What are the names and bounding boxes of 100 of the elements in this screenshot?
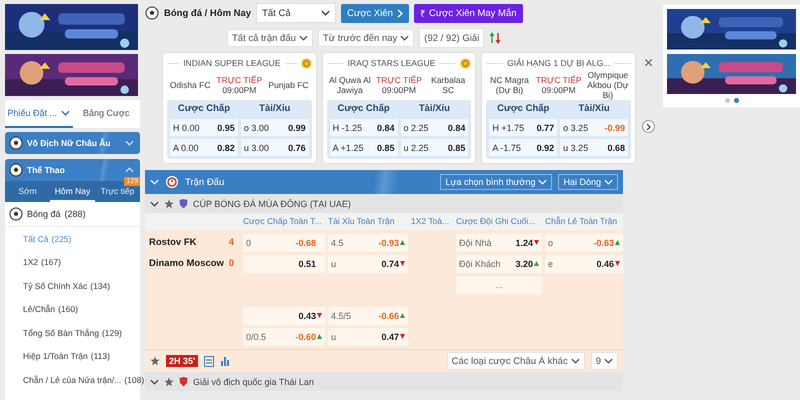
odds-button[interactable]: o -0.63	[545, 234, 623, 252]
stopwatch-icon	[165, 175, 179, 189]
caret-down-icon	[298, 35, 308, 41]
odds-header: Cược Chấp	[336, 103, 391, 116]
star-icon[interactable]	[164, 198, 174, 208]
period-tab[interactable]: Sớm	[5, 181, 50, 202]
soccer-ball-icon	[145, 6, 159, 20]
odds-button[interactable]: H -1.25 0.84	[330, 119, 398, 136]
soccer-ball-icon	[9, 207, 23, 221]
live-status: TRỰC TIẾP	[536, 75, 582, 85]
section-title: Thể Thao	[27, 165, 66, 175]
live-status: TRỰC TIẾP	[376, 75, 422, 85]
shield-icon	[179, 198, 188, 208]
count-dropdown[interactable]: 9	[590, 352, 618, 370]
carousel-dot[interactable]	[724, 98, 730, 103]
team-score: 4	[228, 237, 234, 248]
market-item[interactable]: Tỷ Số Chính Xác (134)	[5, 274, 140, 298]
league-row[interactable]: Giải vô địch quốc gia Thái Lan	[145, 372, 623, 391]
caret-down-icon	[321, 10, 330, 16]
team-name: NC Magra (Dự Bị)	[489, 75, 530, 95]
odds-button[interactable]: Đội Khách 3.20	[456, 254, 542, 272]
shield-icon	[179, 376, 188, 386]
market-item[interactable]: Tổng Số Bàn Thắng (129)	[5, 321, 140, 344]
section-title: Vô Địch Nữ Châu Âu	[27, 138, 112, 148]
caret-up-icon	[125, 167, 134, 173]
team-score: 0	[228, 258, 234, 269]
odds-button[interactable]: u 0.47	[328, 328, 408, 346]
market-item[interactable]: Lẻ/Chẵn (160)	[5, 298, 140, 321]
scoreboard-icon[interactable]	[204, 356, 214, 366]
odds-button[interactable]: 4.5 -0.93	[328, 234, 408, 252]
filter-dropdown[interactable]: Từ trước đến nay	[318, 29, 414, 47]
market-item[interactable]: Tất Cả (225)	[5, 227, 140, 250]
odds-button[interactable]: Đội Nhà 1.24	[456, 234, 542, 252]
chevron-right-icon	[646, 122, 652, 130]
odds-button[interactable]: 0 -0.68	[243, 234, 325, 252]
league-name: GIẢI HẠNG 1 DỰ BỊ ALG...	[507, 58, 610, 68]
carousel-dot[interactable]	[734, 98, 738, 103]
match-time: 09:00PM	[382, 85, 416, 95]
odds-button[interactable]: 0/0.5 -0.60	[243, 328, 325, 346]
odds-button[interactable]: e 0.46	[545, 254, 623, 272]
filter-select[interactable]: Tất Cả	[256, 3, 336, 23]
filter-dropdown[interactable]: Tất cả trận đấu	[227, 29, 313, 47]
odds-button[interactable]: u 2.25 0.85	[400, 139, 468, 156]
odds-button[interactable]: A 0.00 0.82	[170, 139, 238, 156]
odds-button[interactable]: 0.51	[243, 254, 325, 272]
sort-dropdown[interactable]: Lựa chọn bình thường	[440, 174, 552, 190]
section-title: Trận Đấu	[185, 176, 226, 188]
odds-button[interactable]: H 0.00 0.95	[170, 119, 238, 136]
league-name: CÚP BÓNG ĐÁ MÙA ĐÔNG (TẠI UAE)	[193, 198, 351, 208]
close-button[interactable]: ✕	[644, 56, 654, 70]
betslip-tab[interactable]: Bảng Cược	[72, 100, 140, 128]
star-icon[interactable]	[150, 356, 160, 366]
odds-button[interactable]: 0.43	[243, 306, 325, 324]
featured-match-card[interactable]: IRAQ STARS LEAGUE Al Quwa Al Jawiya TRỰC TIẾP 09:00PM Karbalaa SC Cược Chấp Tài/Xỉu H -1.25 0.84 o 2.25 0.84 A +1.25 0.85 u 2.25 0.85	[322, 53, 476, 163]
market-item[interactable]: 1X2 (167)	[5, 250, 140, 274]
odds-button[interactable]: o 2.25 0.84	[400, 119, 468, 136]
bet-types-dropdown[interactable]: Các loại cược Châu Á khác	[446, 352, 585, 370]
stats-icon[interactable]	[220, 356, 230, 366]
sports-ball-icon	[9, 163, 23, 177]
odds-button[interactable]: A -1.75 0.92	[489, 139, 558, 156]
league-name: Giải vô địch quốc gia Thái Lan	[193, 376, 314, 386]
league-row[interactable]: CÚP BÓNG ĐÁ MÙA ĐÔNG (TẠI UAE)	[145, 194, 623, 213]
next-button[interactable]	[642, 120, 656, 133]
team-name: Olympique Akbou (Dự Bị)	[586, 70, 630, 100]
caret-down-icon	[150, 378, 159, 384]
column-header: Cược Đội Ghi Cuối...	[456, 215, 536, 228]
betslip-tab[interactable]: Phiếu Đặt ...	[5, 100, 72, 128]
live-status: TRỰC TIẾP	[216, 75, 262, 85]
more-button[interactable]: ...	[456, 276, 542, 294]
star-icon[interactable]	[164, 376, 174, 386]
sport-item[interactable]: Bóng đá (288)	[5, 202, 140, 227]
odds-button[interactable]: A +1.25 0.85	[330, 139, 398, 156]
odds-header: Tài/Xỉu	[418, 103, 451, 116]
team-name: Al Quwa Al Jawiya	[328, 75, 372, 95]
caret-down-icon	[604, 179, 613, 185]
parlay-button[interactable]: Cược Xiên	[341, 4, 409, 22]
odds-header: Tài/Xỉu	[258, 103, 292, 116]
odds-button[interactable]: o 3.25 -0.99	[560, 119, 628, 136]
odds-button[interactable]: u 3.00 0.76	[240, 139, 309, 156]
team-name: Rostov FK	[149, 237, 196, 248]
caret-down-icon	[570, 358, 580, 364]
section-header[interactable]: Vô Địch Nữ Châu Âu	[5, 132, 140, 154]
lines-dropdown[interactable]: Hai Dòng	[558, 174, 618, 190]
league-name: IRAQ STARS LEAGUE	[348, 58, 436, 68]
odds-button[interactable]: 4.5/5 -0.66	[328, 306, 408, 324]
market-item[interactable]: Hiệp 1/Toàn Trận (113)	[5, 344, 140, 368]
caret-down-icon	[125, 140, 134, 146]
caret-down-icon	[538, 179, 548, 185]
odds-button[interactable]: o 3.00 0.99	[240, 119, 309, 136]
lucky-parlay-button[interactable]: ₹ Cược Xiên May Mắn	[414, 4, 523, 22]
odds-button[interactable]: u 3.25 0.68	[560, 139, 628, 156]
team-name: Dinamo Moscow	[149, 258, 224, 269]
odds-button[interactable]: H +1.75 0.77	[489, 119, 558, 136]
odds-button[interactable]: u 0.74	[328, 254, 408, 272]
odds-header: Cược Chấp	[496, 103, 550, 116]
sort-icon[interactable]	[489, 31, 502, 45]
team-name: Punjab FC	[267, 80, 310, 90]
breadcrumb: Bóng đá / Hôm Nay	[164, 8, 252, 18]
caret-down-icon	[61, 110, 70, 116]
league-name: INDIAN SUPER LEAGUE	[183, 58, 280, 68]
